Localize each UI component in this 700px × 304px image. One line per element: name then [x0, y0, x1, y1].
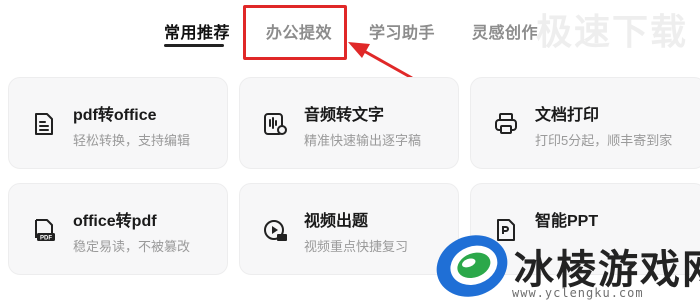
card-title: 智能PPT — [535, 213, 599, 230]
card-title: 文档打印 — [535, 107, 600, 124]
card-audio-to-text[interactable]: 音频转文字 精准快速输出逐字稿 — [239, 77, 459, 169]
card-office-to-pdf[interactable]: PDF office转pdf 稳定易读，不被篡改 — [8, 183, 228, 275]
pdf-convert-icon — [35, 113, 53, 135]
watermark-logo-icon — [436, 235, 508, 297]
card-video-quiz[interactable]: 视频出题 视频重点快捷复习 — [239, 183, 459, 275]
card-title: pdf转office — [73, 107, 157, 124]
card-title: office转pdf — [73, 213, 157, 230]
card-title: 音频转文字 — [304, 107, 385, 124]
watermark-url: www.yclengku.com — [512, 286, 644, 300]
card-desc: 稳定易读，不被篡改 — [73, 239, 191, 254]
card-document-print[interactable]: 文档打印 打印5分起，顺丰寄到家 — [470, 77, 700, 169]
card-title: 视频出题 — [304, 213, 369, 230]
card-desc: 打印5分起，顺丰寄到家 — [535, 133, 673, 148]
audio-to-text-icon — [264, 113, 287, 135]
card-desc: 精准快速输出逐字稿 — [304, 133, 422, 148]
video-quiz-icon — [264, 220, 287, 241]
pdf-doc-icon: PDF — [35, 219, 55, 242]
card-desc: 视频重点快捷复习 — [304, 239, 409, 254]
svg-text:PDF: PDF — [40, 236, 52, 242]
printer-icon — [495, 113, 517, 134]
card-pdf-to-office[interactable]: pdf转office 轻松转换，支持编辑 — [8, 77, 228, 169]
card-desc: 轻松转换，支持编辑 — [73, 133, 191, 148]
